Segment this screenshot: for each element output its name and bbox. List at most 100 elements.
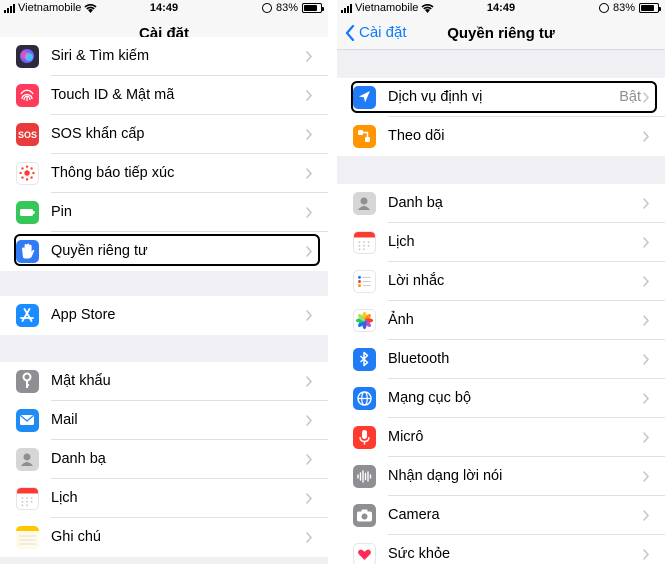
chevron-right-icon (306, 493, 312, 504)
list-item-label: Ghi chú (51, 529, 101, 545)
list-item-sos[interactable]: SOS SOS khẩn cấp (0, 115, 328, 154)
chevron-right-icon (306, 129, 312, 140)
chevron-right-icon (306, 376, 312, 387)
chevron-right-icon (643, 198, 649, 209)
local-network-icon (353, 387, 376, 410)
list-item-label: Lịch (51, 490, 78, 506)
status-bar: Vietnamobile 14:49 83% (337, 0, 665, 17)
list-item-app-store[interactable]: App Store (0, 296, 328, 335)
orientation-lock-icon (261, 3, 272, 13)
chevron-right-icon (643, 471, 649, 482)
battery-percent: 83% (612, 2, 635, 14)
highlight-frame (351, 81, 657, 113)
sos-icon: SOS (16, 123, 39, 146)
tracking-icon (353, 125, 376, 148)
list-item-mail[interactable]: Mail (0, 401, 328, 440)
list-item-local-network[interactable]: Mạng cục bộ (337, 379, 665, 418)
list-item-tracking[interactable]: Theo dõi (337, 117, 665, 156)
list-item-key[interactable]: Mật khẩu (0, 362, 328, 401)
list-item-label: Lời nhắc (388, 273, 445, 289)
chevron-right-icon (643, 237, 649, 248)
panel-divider (328, 0, 337, 564)
list-item-label: Lịch (388, 234, 415, 250)
list-item-label: Mật khẩu (51, 373, 111, 389)
contacts-icon (16, 448, 39, 471)
list-item-label: Camera (388, 507, 440, 523)
settings-screen: Vietnamobile 14:49 83% Cài đặt Siri & Tì… (0, 0, 328, 564)
battery-status-icon (302, 3, 324, 13)
highlight-frame (14, 234, 320, 266)
chevron-right-icon (643, 432, 649, 443)
bluetooth-icon (353, 348, 376, 371)
list-item-battery[interactable]: Pin (0, 193, 328, 232)
chevron-right-icon (643, 549, 649, 560)
list-item-contacts[interactable]: Danh bạ (0, 440, 328, 479)
chevron-right-icon (306, 454, 312, 465)
list-item-health[interactable]: Sức khỏe (337, 535, 665, 564)
chevron-right-icon (643, 315, 649, 326)
list-item-photos[interactable]: Ảnh (337, 301, 665, 340)
list-item-label: Mạng cục bộ (388, 390, 472, 406)
chevron-right-icon (306, 532, 312, 543)
status-bar: Vietnamobile 14:49 83% (0, 0, 328, 17)
list-item-label: Touch ID & Mật mã (51, 87, 175, 103)
list-item-reminders[interactable]: Lời nhắc (337, 262, 665, 301)
chevron-right-icon (306, 168, 312, 179)
notes-icon (16, 526, 39, 549)
page-title: Quyền riêng tư (447, 25, 555, 42)
list-item-bluetooth[interactable]: Bluetooth (337, 340, 665, 379)
chevron-right-icon (643, 276, 649, 287)
list-item-label: Pin (51, 204, 72, 220)
reminders-icon (353, 270, 376, 293)
chevron-right-icon (643, 354, 649, 365)
list-item-label: Mail (51, 412, 78, 428)
icon-text: SOS (17, 129, 37, 140)
list-item-label: Ảnh (388, 312, 414, 328)
navigation-bar: Cài đặt Quyền riêng tư (337, 17, 665, 50)
list-item-microphone[interactable]: Micrô (337, 418, 665, 457)
health-icon (353, 543, 376, 564)
settings-group: App Store (0, 296, 328, 335)
exposure-notification-icon (16, 162, 39, 185)
app-store-icon (16, 304, 39, 327)
chevron-right-icon (306, 310, 312, 321)
list-item-camera[interactable]: Camera (337, 496, 665, 535)
settings-group: Mật khẩu Mail Danh bạ Lịch Ghi chú (0, 362, 328, 557)
list-item-label: Thông báo tiếp xúc (51, 165, 175, 181)
contacts-icon (353, 192, 376, 215)
battery-status-icon (639, 3, 661, 13)
list-item-label: Danh bạ (51, 451, 106, 467)
chevron-right-icon (306, 51, 312, 62)
list-item-speech-recognition[interactable]: Nhận dạng lời nói (337, 457, 665, 496)
battery-percent: 83% (275, 2, 298, 14)
list-item-label: Theo dõi (388, 128, 445, 144)
privacy-screen: Vietnamobile 14:49 83% Cài đặt Quyền riê… (337, 0, 665, 564)
chevron-right-icon (306, 90, 312, 101)
photos-icon (353, 309, 376, 332)
fingerprint-icon (16, 84, 39, 107)
list-item-fingerprint[interactable]: Touch ID & Mật mã (0, 76, 328, 115)
list-item-calendar[interactable]: Lịch (0, 479, 328, 518)
camera-icon (353, 504, 376, 527)
chevron-right-icon (643, 393, 649, 404)
list-item-contacts[interactable]: Danh bạ (337, 184, 665, 223)
chevron-right-icon (643, 131, 649, 142)
key-icon (16, 370, 39, 393)
chevron-right-icon (306, 415, 312, 426)
siri-icon (16, 45, 39, 68)
list-item-calendar[interactable]: Lịch (337, 223, 665, 262)
chevron-right-icon (306, 207, 312, 218)
calendar-icon (16, 487, 39, 510)
list-item-label: Micrô (388, 429, 424, 445)
microphone-icon (353, 426, 376, 449)
list-item-siri[interactable]: Siri & Tìm kiếm (0, 37, 328, 76)
list-item-notes[interactable]: Ghi chú (0, 518, 328, 557)
list-item-label: Sức khỏe (388, 546, 451, 562)
list-item-label: Danh bạ (388, 195, 443, 211)
list-item-label: SOS khẩn cấp (51, 126, 145, 142)
orientation-lock-icon (598, 3, 609, 13)
calendar-icon (353, 231, 376, 254)
speech-recognition-icon (353, 465, 376, 488)
privacy-group: Danh bạ Lịch Lời nhắc Ảnh Bluetooth Mạng cục … (337, 184, 665, 564)
list-item-exposure-notification[interactable]: Thông báo tiếp xúc (0, 154, 328, 193)
